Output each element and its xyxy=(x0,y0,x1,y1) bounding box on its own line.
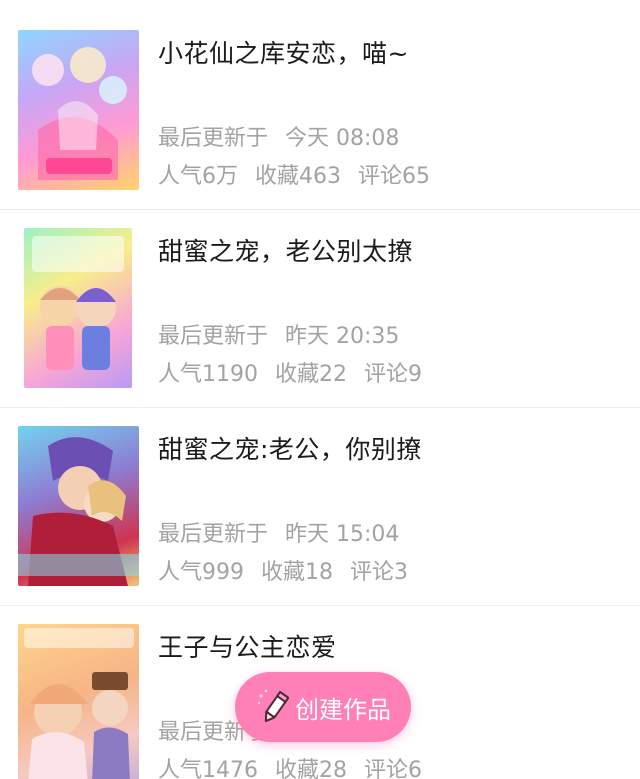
favorites-count: 收藏18 xyxy=(261,560,333,585)
favorites-count: 收藏463 xyxy=(255,164,341,189)
popularity-count: 人气1476 xyxy=(158,758,258,779)
cover-illustration xyxy=(32,236,124,370)
updated-label: 最后更新于 xyxy=(158,324,269,349)
work-stats: 人气999 收藏18 评论3 xyxy=(158,554,408,586)
cover-illustration xyxy=(24,628,134,779)
work-title[interactable]: 甜蜜之宠，老公别太撩 xyxy=(158,232,413,268)
work-title[interactable]: 王子与公主恋爱 xyxy=(158,628,337,664)
works-list: 小花仙之库安恋，喵~ 最后更新于 今天 08:08 人气6万 收藏463 评论6… xyxy=(0,0,640,779)
favorites-count: 收藏28 xyxy=(275,758,347,779)
cover-illustration xyxy=(18,437,139,586)
work-updated: 最后更新于 昨天 15:04 xyxy=(158,516,399,548)
popularity-count: 人气6万 xyxy=(158,164,238,189)
work-stats: 人气6万 收藏463 评论65 xyxy=(158,158,430,190)
work-title[interactable]: 甜蜜之宠:老公，你别撩 xyxy=(158,430,422,466)
updated-time: 昨天 20:35 xyxy=(285,324,400,349)
create-work-label: 创建作品 xyxy=(295,695,391,724)
work-cover-image[interactable] xyxy=(18,426,139,586)
create-work-button[interactable]: 创建作品 xyxy=(235,672,411,742)
work-cover-image[interactable] xyxy=(18,30,139,190)
comments-count: 评论3 xyxy=(350,560,408,585)
updated-time: 昨天 15:04 xyxy=(285,522,400,547)
work-item-2[interactable]: 甜蜜之宠，老公别太撩 最后更新于 昨天 20:35 人气1190 收藏22 评论… xyxy=(0,210,640,408)
work-updated: 最后更新于 今天 08:08 xyxy=(158,120,399,152)
work-title[interactable]: 小花仙之库安恋，喵~ xyxy=(158,34,409,70)
work-cover-image[interactable] xyxy=(18,624,139,779)
work-item-1[interactable]: 小花仙之库安恋，喵~ 最后更新于 今天 08:08 人气6万 收藏463 评论6… xyxy=(0,12,640,210)
comments-count: 评论65 xyxy=(358,164,430,189)
comments-count: 评论9 xyxy=(364,362,422,387)
popularity-count: 人气1190 xyxy=(158,362,258,387)
work-updated: 最后更新于 昨天 20:35 xyxy=(158,318,399,350)
updated-label: 最后更新于 xyxy=(158,126,269,151)
work-stats: 人气1190 收藏22 评论9 xyxy=(158,356,422,388)
favorites-count: 收藏22 xyxy=(275,362,347,387)
work-cover-image[interactable] xyxy=(24,228,132,388)
updated-time: 今天 08:08 xyxy=(285,126,400,151)
pencil-icon xyxy=(255,688,290,726)
comments-count: 评论6 xyxy=(364,758,422,779)
updated-label: 最后更新于 xyxy=(158,522,269,547)
work-stats: 人气1476 收藏28 评论6 xyxy=(158,752,422,779)
cover-illustration xyxy=(32,47,127,180)
work-item-3[interactable]: 甜蜜之宠:老公，你别撩 最后更新于 昨天 15:04 人气999 收藏18 评论… xyxy=(0,408,640,606)
popularity-count: 人气999 xyxy=(158,560,244,585)
